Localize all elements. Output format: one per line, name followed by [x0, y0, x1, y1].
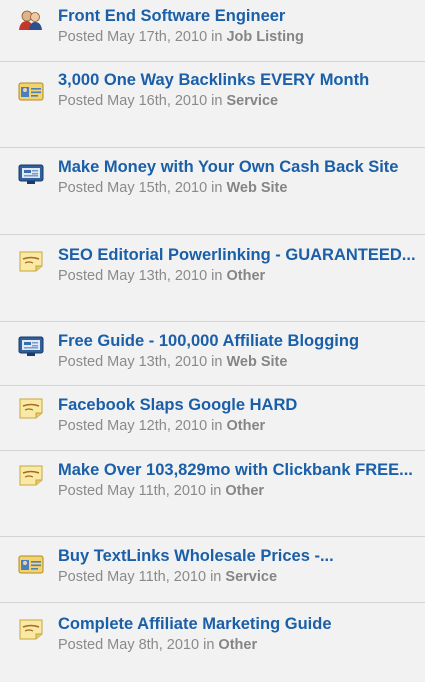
- posted-date: Posted May 11th, 2010 in: [58, 483, 222, 499]
- listing-meta: Posted May 17th, 2010 in Job Listing: [58, 28, 419, 47]
- listing-title-link[interactable]: 3,000 One Way Backlinks EVERY Month: [58, 71, 419, 90]
- listing-title-link[interactable]: Make Over 103,829mo with Clickbank FREE.…: [58, 461, 419, 480]
- posted-date: Posted May 12th, 2010 in: [58, 418, 223, 434]
- category-label: Other: [226, 418, 266, 434]
- listing-meta: Posted May 8th, 2010 in Other: [58, 636, 419, 655]
- list-item: Free Guide - 100,000 Affiliate Blogging …: [0, 322, 425, 386]
- people-icon: [18, 9, 44, 31]
- category-label: Other: [225, 483, 265, 499]
- category-label: Other: [218, 637, 258, 653]
- listing-title-link[interactable]: Buy TextLinks Wholesale Prices -...: [58, 547, 419, 566]
- posted-date: Posted May 13th, 2010 in: [58, 354, 223, 370]
- listing-meta: Posted May 13th, 2010 in Web Site: [58, 353, 419, 372]
- other-note-icon: [18, 618, 44, 640]
- posted-date: Posted May 17th, 2010 in: [58, 29, 223, 45]
- posted-date: Posted May 11th, 2010 in: [58, 569, 222, 585]
- listing-title-link[interactable]: Free Guide - 100,000 Affiliate Blogging: [58, 332, 419, 351]
- monitor-icon: [18, 335, 44, 357]
- id-card-icon: [18, 80, 44, 102]
- posted-date: Posted May 16th, 2010 in: [58, 93, 223, 109]
- list-item: Facebook Slaps Google HARD Posted May 12…: [0, 386, 425, 451]
- list-item: Make Money with Your Own Cash Back Site …: [0, 148, 425, 235]
- list-item: Buy TextLinks Wholesale Prices -... Post…: [0, 537, 425, 603]
- posted-date: Posted May 13th, 2010 in: [58, 268, 223, 284]
- list-item: Front End Software Engineer Posted May 1…: [0, 0, 425, 62]
- list-item: SEO Editorial Powerlinking - GUARANTEED.…: [0, 235, 425, 322]
- listing-title-link[interactable]: Front End Software Engineer: [58, 7, 419, 26]
- other-note-icon: [18, 250, 44, 272]
- listing-title-link[interactable]: SEO Editorial Powerlinking - GUARANTEED.…: [58, 246, 419, 265]
- category-label: Service: [226, 93, 279, 109]
- listing-title-link[interactable]: Make Money with Your Own Cash Back Site: [58, 158, 419, 177]
- listing-title-link[interactable]: Facebook Slaps Google HARD: [58, 396, 419, 415]
- posted-date: Posted May 15th, 2010 in: [58, 180, 223, 196]
- listing-meta: Posted May 11th, 2010 in Other: [58, 482, 419, 501]
- listing-title-link[interactable]: Complete Affiliate Marketing Guide: [58, 615, 419, 634]
- listing-meta: Posted May 15th, 2010 in Web Site: [58, 179, 419, 198]
- category-label: Service: [225, 569, 278, 585]
- category-label: Web Site: [226, 180, 288, 196]
- id-card-icon: [18, 553, 44, 575]
- listing-meta: Posted May 11th, 2010 in Service: [58, 568, 419, 587]
- list-item: Make Over 103,829mo with Clickbank FREE.…: [0, 451, 425, 537]
- list-item: Complete Affiliate Marketing Guide Poste…: [0, 603, 425, 682]
- category-label: Job Listing: [226, 29, 304, 45]
- classified-listing: Front End Software Engineer Posted May 1…: [0, 0, 425, 682]
- posted-date: Posted May 8th, 2010 in: [58, 637, 215, 653]
- other-note-icon: [18, 464, 44, 486]
- listing-meta: Posted May 13th, 2010 in Other: [58, 267, 419, 286]
- category-label: Other: [226, 268, 266, 284]
- other-note-icon: [18, 397, 44, 419]
- list-item: 3,000 One Way Backlinks EVERY Month Post…: [0, 62, 425, 148]
- listing-meta: Posted May 12th, 2010 in Other: [58, 417, 419, 436]
- monitor-icon: [18, 163, 44, 185]
- category-label: Web Site: [226, 354, 288, 370]
- listing-meta: Posted May 16th, 2010 in Service: [58, 92, 419, 111]
